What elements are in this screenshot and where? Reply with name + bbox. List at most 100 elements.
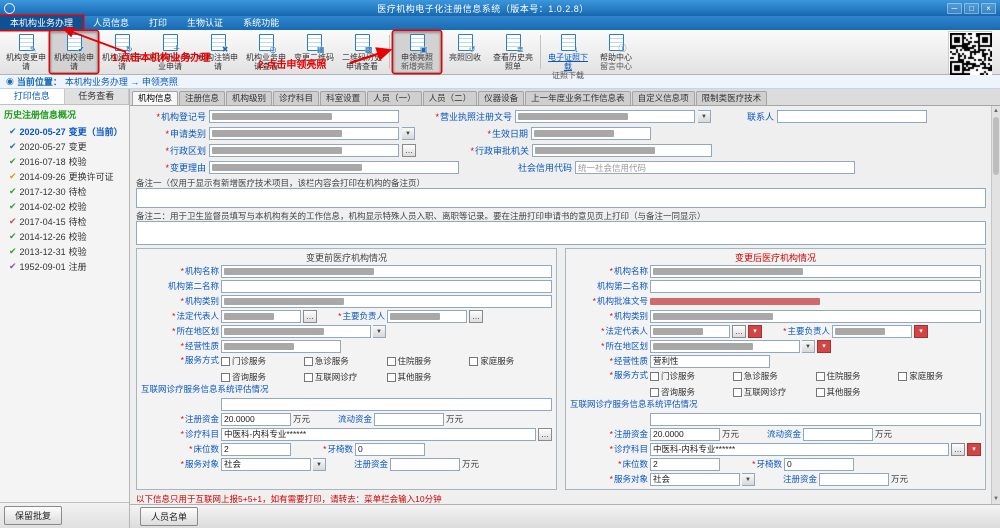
- keep-approval-button[interactable]: 保留批复: [4, 506, 62, 525]
- history-tree-item[interactable]: ✔ 2013-12-31 校验: [2, 244, 127, 259]
- menu-item[interactable]: 人员信息: [83, 16, 139, 30]
- scroll-up-arrow[interactable]: ▲: [992, 106, 1000, 116]
- menu-item[interactable]: 打印: [139, 16, 177, 30]
- license-no-input[interactable]: [515, 110, 695, 123]
- subjects-input[interactable]: 中医科-内科专业******: [650, 443, 949, 456]
- chairs-input[interactable]: 0: [784, 458, 854, 471]
- service-checkbox[interactable]: 互联网诊疗: [304, 371, 387, 383]
- toolbar-button[interactable]: ▣ 申领亮照 新增亮照: [393, 31, 441, 73]
- op-nature-input[interactable]: [221, 340, 341, 353]
- chairs-input[interactable]: 0: [355, 443, 425, 456]
- org-name-input[interactable]: [650, 265, 981, 278]
- op-nature-input[interactable]: 营利性: [650, 355, 770, 368]
- browse-button[interactable]: …: [469, 310, 483, 323]
- vertical-scrollbar[interactable]: ▲ ▼: [991, 106, 1000, 504]
- fund2-input[interactable]: [819, 473, 889, 486]
- service-checkbox[interactable]: 门诊服务: [221, 355, 304, 367]
- history-tree-item[interactable]: ✔ 2016-07-18 校验: [2, 154, 127, 169]
- main-tab[interactable]: 人员（二）: [423, 91, 478, 105]
- service-checkbox[interactable]: 互联网诊疗: [733, 386, 816, 398]
- credit-code-input[interactable]: 统一社会信用代码: [575, 161, 855, 174]
- history-tree-item[interactable]: ✔ 2014-09-26 更换许可证: [2, 169, 127, 184]
- org-name-input[interactable]: [221, 265, 552, 278]
- service-checkbox[interactable]: 其他服务: [387, 371, 470, 383]
- dropdown-arrow-icon[interactable]: ▼: [802, 340, 815, 353]
- change-reason-input[interactable]: [209, 161, 459, 174]
- history-tree-item[interactable]: ✔ 2017-04-15 待检: [2, 214, 127, 229]
- principal-input[interactable]: [387, 310, 467, 323]
- minimize-button[interactable]: ─: [947, 3, 962, 14]
- scroll-down-arrow[interactable]: ▼: [992, 494, 1000, 504]
- main-tab[interactable]: 科室设置: [320, 91, 366, 105]
- dropdown-arrow-icon[interactable]: ▼: [698, 110, 711, 123]
- history-tree-item[interactable]: ✔ 2014-02-02 校验: [2, 199, 127, 214]
- float-fund-input[interactable]: [374, 413, 444, 426]
- toolbar-button[interactable]: ⓘ 帮助中心 留言中心: [592, 31, 640, 73]
- reg-fund-input[interactable]: 20.0000: [221, 413, 291, 426]
- effective-date-input[interactable]: [531, 127, 651, 140]
- toolbar-button[interactable]: ▩ 二维码历史申请查看: [338, 31, 386, 73]
- menu-item[interactable]: 本机构业务办理: [0, 16, 83, 30]
- org-type-input[interactable]: [221, 295, 552, 308]
- history-tree-item[interactable]: ✔ 2014-12-26 校验: [2, 229, 127, 244]
- sidebar-tab[interactable]: 任务查看: [65, 89, 130, 104]
- browse-button[interactable]: …: [402, 144, 416, 157]
- service-checkbox[interactable]: 家庭服务: [469, 355, 552, 367]
- clear-button[interactable]: ▾: [817, 340, 831, 353]
- staff-list-button[interactable]: 人员名单: [140, 507, 198, 526]
- service-checkbox[interactable]: 咨询服务: [650, 386, 733, 398]
- toolbar-button[interactable]: ↓ 电子证照下载 证照下载: [544, 31, 592, 82]
- browse-button[interactable]: …: [538, 428, 552, 441]
- service-checkbox[interactable]: 住院服务: [387, 355, 470, 367]
- service-target-select[interactable]: 社会: [650, 473, 740, 486]
- main-tab[interactable]: 限制类医疗技术: [696, 91, 768, 105]
- clear-button[interactable]: ▾: [914, 325, 928, 338]
- apply-type-select[interactable]: [209, 127, 399, 140]
- main-tab[interactable]: 注册信息: [179, 91, 225, 105]
- toolbar-button[interactable]: ≣ 查看历史亮照单: [489, 31, 537, 73]
- browse-button[interactable]: …: [951, 443, 965, 456]
- main-tab[interactable]: 自定义信息项: [632, 91, 695, 105]
- menu-item[interactable]: 系统功能: [233, 16, 289, 30]
- main-tab[interactable]: 机构级别: [226, 91, 272, 105]
- service-checkbox[interactable]: 咨询服务: [221, 371, 304, 383]
- internet-eval-input[interactable]: [221, 398, 552, 411]
- area-input[interactable]: [650, 340, 800, 353]
- toolbar-button[interactable]: ✔ 机构校验申请: [50, 31, 98, 73]
- fund2-input[interactable]: [390, 458, 460, 471]
- note1-textarea[interactable]: [136, 188, 986, 208]
- clear-button[interactable]: ▾: [748, 325, 762, 338]
- main-tab[interactable]: 机构信息: [132, 91, 178, 105]
- maximize-button[interactable]: □: [964, 3, 979, 14]
- sidebar-tab[interactable]: 打印信息: [0, 89, 65, 104]
- service-checkbox[interactable]: 家庭服务: [898, 370, 981, 382]
- close-button[interactable]: ×: [981, 3, 996, 14]
- dropdown-arrow-icon[interactable]: ▼: [373, 325, 386, 338]
- toolbar-button[interactable]: ↺ 亮照回收: [441, 31, 489, 64]
- browse-button[interactable]: …: [303, 310, 317, 323]
- reg-fund-input[interactable]: 20.0000: [650, 428, 720, 441]
- internet-eval-input[interactable]: [650, 413, 981, 426]
- browse-button[interactable]: …: [732, 325, 746, 338]
- principal-input[interactable]: [832, 325, 912, 338]
- service-target-select[interactable]: 社会: [221, 458, 311, 471]
- beds-input[interactable]: 2: [650, 458, 720, 471]
- dropdown-arrow-icon[interactable]: ▼: [742, 473, 755, 486]
- main-tab[interactable]: 诊疗科目: [273, 91, 319, 105]
- main-tab[interactable]: 仪器设备: [478, 91, 524, 105]
- scrollbar-thumb[interactable]: [993, 117, 999, 175]
- main-tab[interactable]: 上一年度业务工作信息表: [525, 91, 631, 105]
- service-checkbox[interactable]: 其他服务: [816, 386, 899, 398]
- org-name2-input[interactable]: [221, 280, 552, 293]
- service-checkbox[interactable]: 急诊服务: [304, 355, 387, 367]
- float-fund-input[interactable]: [803, 428, 873, 441]
- main-tab[interactable]: 人员（一）: [367, 91, 422, 105]
- history-tree-item[interactable]: ✔ 1952-09-01 注册: [2, 259, 127, 274]
- dropdown-arrow-icon[interactable]: ▼: [313, 458, 326, 471]
- legal-rep-input[interactable]: [221, 310, 301, 323]
- contact-input[interactable]: [777, 110, 927, 123]
- menu-item[interactable]: 生物认证: [177, 16, 233, 30]
- approve-org-input[interactable]: [532, 144, 712, 157]
- history-tree-item[interactable]: ✔ 2020-05-27 变更: [2, 139, 127, 154]
- note2-textarea[interactable]: [136, 221, 986, 245]
